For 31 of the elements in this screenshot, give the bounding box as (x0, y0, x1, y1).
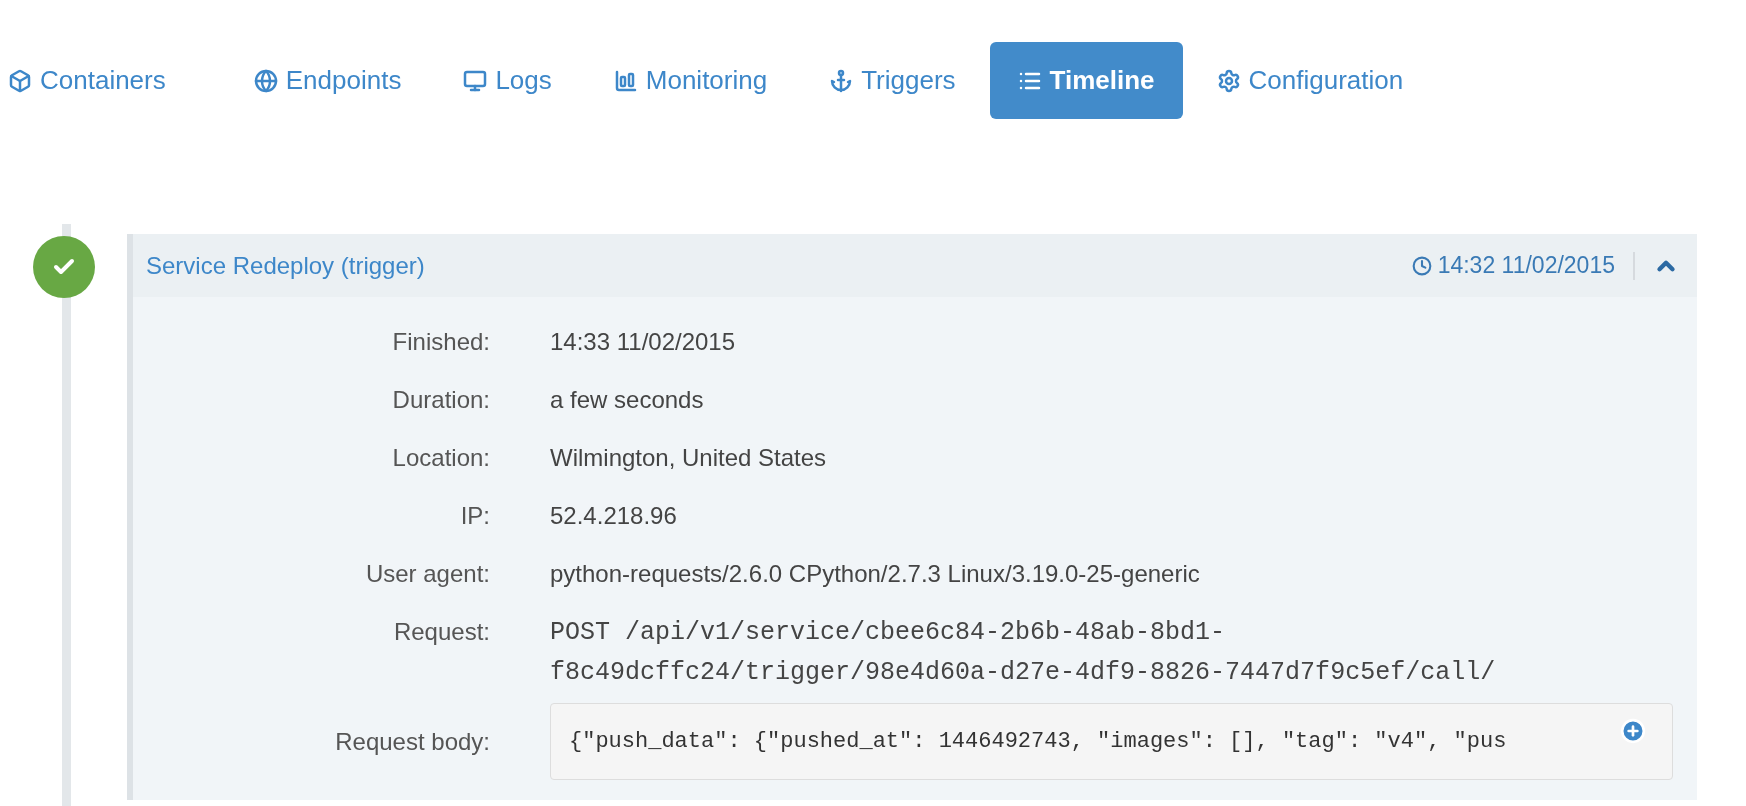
field-value: a few seconds (550, 386, 704, 413)
field-value: 14:33 11/02/2015 (550, 328, 736, 355)
field-value: 52.4.218.96 (550, 502, 677, 529)
field-label: Location: (391, 443, 491, 473)
globe-icon (253, 68, 278, 93)
field-label: IP: (459, 501, 491, 531)
bar-chart-icon (613, 68, 638, 93)
nav-tab[interactable]: Monitoring (585, 42, 796, 119)
nav-tab[interactable]: Endpoints (225, 42, 430, 119)
monitor-icon (463, 68, 488, 93)
field-value: python-requests/2.6.0 CPython/2.7.3 Linux/3.19.0-25-generic (550, 560, 1200, 587)
field-label: Finished: (391, 327, 491, 357)
field-label: Duration: (391, 385, 491, 415)
expand-icon[interactable] (1620, 718, 1646, 744)
clock-icon (1411, 255, 1432, 276)
field-label: Request: (392, 617, 491, 647)
nav-tab[interactable]: Triggers (801, 42, 984, 119)
field-label: Request body: (334, 727, 491, 757)
nav-tab[interactable]: Logs (435, 42, 580, 119)
field-value: Wilmington, United States (550, 444, 827, 471)
nav-tab[interactable]: Containers (0, 42, 220, 119)
nav-tab[interactable]: Timeline (989, 42, 1183, 119)
settings-icon (1216, 68, 1241, 93)
event-time: 14:32 11/02/2015 (1437, 251, 1615, 281)
nav-tab[interactable]: Configuration (1188, 42, 1432, 119)
anchor-icon (829, 68, 854, 93)
cube-icon (8, 68, 32, 93)
event-title[interactable]: Service Redeploy (trigger) (146, 247, 425, 284)
request-body-code: {"push_data": {"pushed_at": 1446492743, "images": [], "tag": "v4", "pus (569, 728, 1507, 756)
field-label: User agent: (364, 559, 491, 589)
request-url: POST /api/v1/service/cbee6c84-2b6b-48ab-8bd1-f8c49dcffc24/trigger/98e4d60a-d27e-4df9-8826-7447d7f9c5ef/call/ (550, 617, 1497, 689)
